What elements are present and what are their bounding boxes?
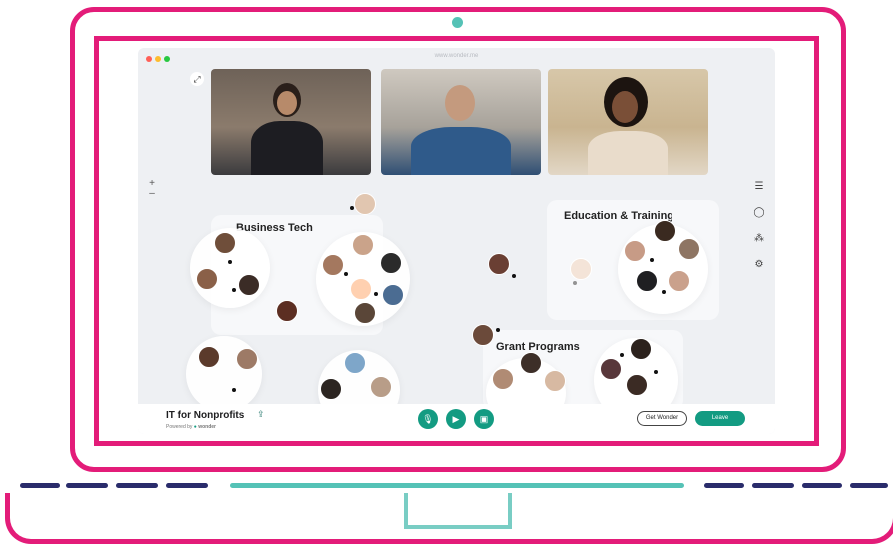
laptop-illustration: www.wonder.me ⤢ + – Business Tech Educat… [0,0,893,547]
camera-button[interactable]: ▶ [446,409,466,429]
microphone-button[interactable]: 🎙 [418,409,438,429]
hinge-highlight [230,483,684,488]
share-icon[interactable]: ⇪ [257,409,265,420]
participant-face [445,85,475,121]
avatar[interactable] [654,220,676,242]
participant-dot [344,272,348,276]
avatar[interactable] [322,254,344,276]
avatar[interactable] [214,232,236,254]
participant-dot [232,288,236,292]
avatar[interactable] [520,352,542,374]
avatar[interactable] [238,274,260,296]
avatar[interactable] [350,278,372,300]
gear-icon[interactable]: ⚙ [751,257,767,273]
participant-dot [232,388,236,392]
get-wonder-button[interactable]: Get Wonder [637,411,687,426]
avatar[interactable] [630,338,652,360]
bottom-toolbar: IT for Nonprofits ⇪ Powered by ● wonder … [138,404,775,434]
avatar[interactable] [488,253,510,275]
brand-name: wonder [198,424,216,430]
participant-face [277,91,297,115]
avatar[interactable] [236,348,258,370]
avatar[interactable] [472,324,494,346]
avatar[interactable] [354,302,376,324]
list-icon[interactable]: ☰ [751,179,767,195]
video-tile [548,69,708,175]
url-bar[interactable]: www.wonder.me [138,53,775,59]
avatar[interactable] [344,352,366,374]
leave-button[interactable]: Leave [695,411,745,426]
avatar[interactable] [382,284,404,306]
participant-dot [620,353,624,357]
hinge-dash [704,483,744,488]
room-title: Grant Programs [496,341,580,353]
participant-dot [654,370,658,374]
screen-share-icon: ▣ [479,414,489,424]
avatar[interactable] [380,252,402,274]
microphone-icon: 🎙 [422,414,434,424]
space-name: IT for Nonprofits [166,410,245,421]
participant-dot [350,206,354,210]
zoom-out-button[interactable]: – [147,189,157,199]
hinge-dash [850,483,888,488]
avatar[interactable] [320,378,342,400]
avatar[interactable] [678,238,700,260]
participant-dot [228,260,232,264]
hinge-dash [802,483,842,488]
screen-share-button[interactable]: ▣ [474,409,494,429]
avatar[interactable] [370,376,392,398]
avatar[interactable] [352,234,374,256]
powered-by: Powered by ● wonder [166,424,216,430]
avatar[interactable] [198,346,220,368]
participant-torso [411,127,511,175]
avatar[interactable] [276,300,298,322]
video-tile [381,69,541,175]
participant-torso [588,131,668,175]
avatar[interactable] [636,270,658,292]
hinge-dash [752,483,794,488]
hinge-dash [116,483,158,488]
conversation-circle[interactable] [186,336,262,412]
room-title: Education & Training [564,210,672,222]
avatar[interactable] [196,268,218,290]
avatar[interactable] [600,358,622,380]
video-tile [211,69,371,175]
app-window: www.wonder.me ⤢ + – Business Tech Educat… [138,48,775,434]
expand-icon[interactable]: ⤢ [190,72,204,86]
hinge-dash [20,483,60,488]
participant-dot [650,258,654,262]
participant-dot [512,274,516,278]
trackpad [404,493,512,529]
hinge-dash [66,483,108,488]
avatar[interactable] [668,270,690,292]
avatar[interactable] [544,370,566,392]
hinge-dash [166,483,208,488]
chat-icon[interactable]: ◯ [751,205,767,221]
wonder-logo-icon: ● [193,424,197,430]
avatar[interactable] [624,240,646,262]
participant-torso [251,121,323,175]
avatar[interactable] [626,374,648,396]
participant-dot [374,292,378,296]
participant-dot [662,290,666,294]
powered-by-label: Powered by [166,424,193,430]
network-icon[interactable]: ⁂ [751,231,767,247]
webcam-dot [452,17,463,28]
avatar[interactable] [354,193,376,215]
participant-face [612,91,638,123]
participant-dot [496,328,500,332]
avatar[interactable] [492,368,514,390]
zoom-controls: + – [147,179,157,199]
camera-icon: ▶ [452,414,460,424]
